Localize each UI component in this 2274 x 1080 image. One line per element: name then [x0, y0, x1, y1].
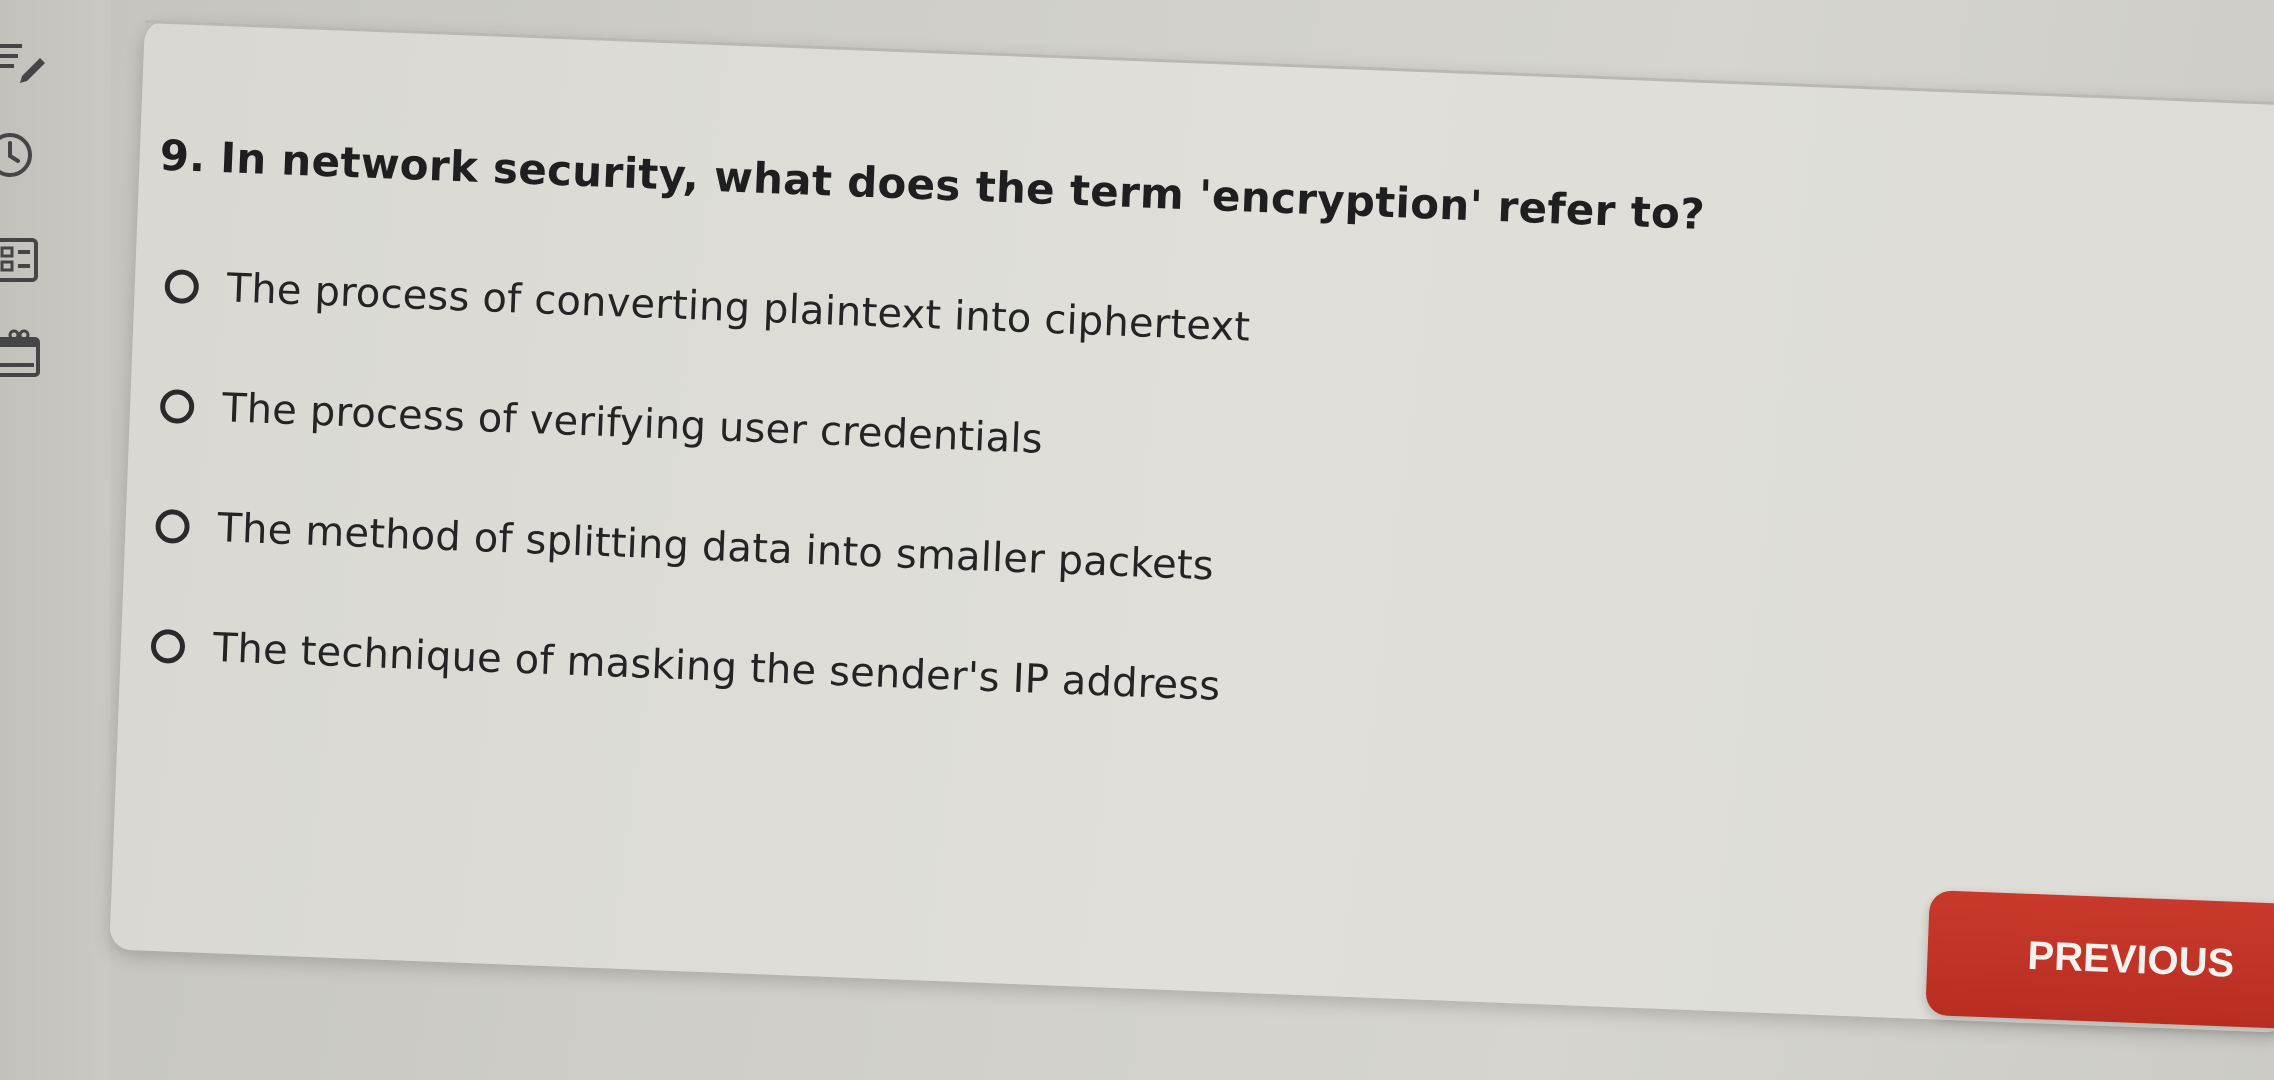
previous-button[interactable]: PREVIOUS [1925, 890, 2274, 1032]
radio-button-icon[interactable] [150, 628, 186, 664]
calendar-icon[interactable] [0, 325, 60, 385]
edit-list-icon[interactable] [0, 30, 60, 90]
answer-option-label: The process of verifying user credential… [221, 385, 1044, 463]
answer-option-label: The technique of masking the sender's IP… [212, 625, 1222, 710]
answer-option-label: The process of converting plaintext into… [225, 265, 1252, 351]
radio-button-icon[interactable] [164, 268, 200, 305]
sidebar [0, 0, 110, 1080]
answer-option-label: The method of splitting data into smalle… [216, 505, 1215, 590]
screen: 9. In network security, what does the te… [0, 0, 2274, 1080]
radio-button-icon[interactable] [159, 388, 195, 425]
radio-button-icon[interactable] [154, 508, 191, 545]
answer-options: The process of converting plaintext into… [149, 226, 1253, 747]
question-card: 9. In network security, what does the te… [109, 20, 2274, 1033]
grid-layout-icon[interactable] [0, 232, 60, 292]
question-text: 9. In network security, what does the te… [158, 130, 1706, 240]
card-divider [144, 20, 2274, 107]
clock-icon[interactable] [0, 125, 60, 185]
